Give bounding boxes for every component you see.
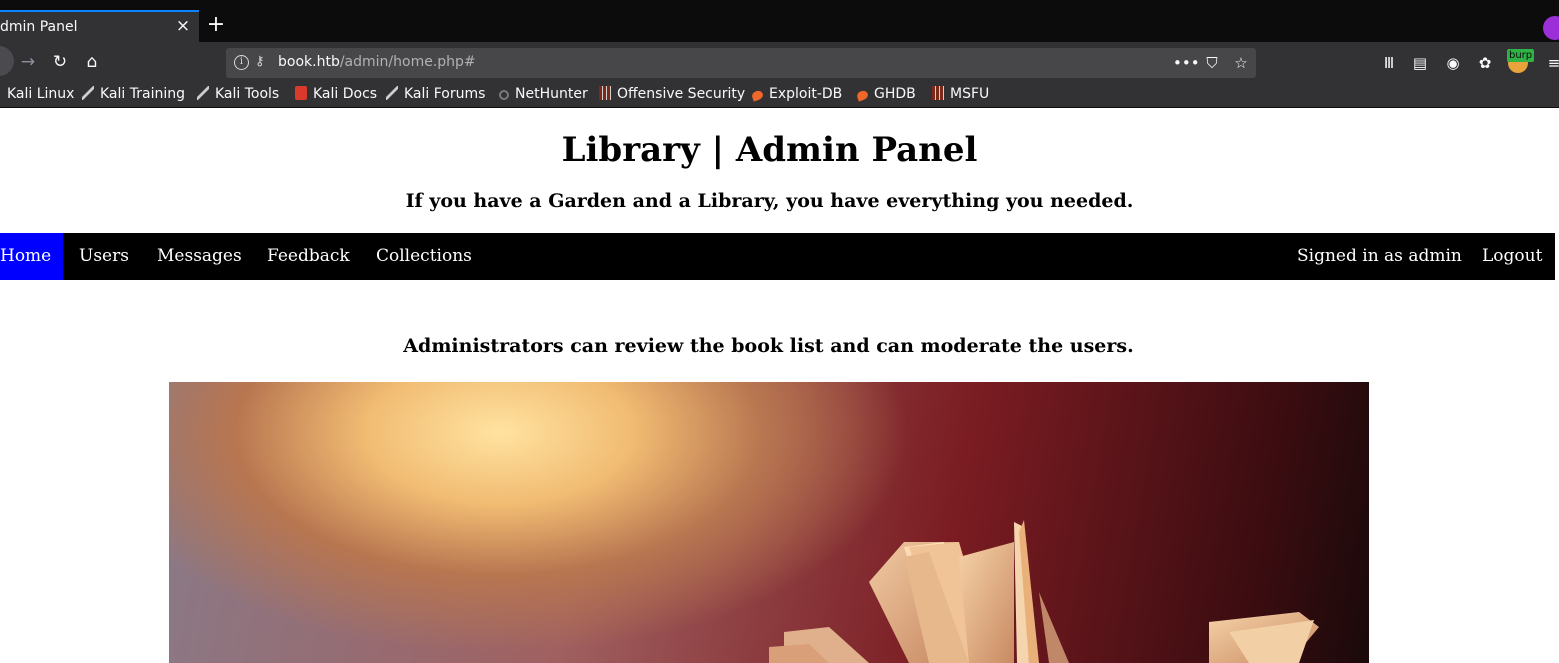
page-content: Library | Admin Panel If you have a Gard…	[0, 108, 1559, 663]
bookmark-label: NetHunter	[515, 86, 588, 102]
offsec-icon	[932, 86, 944, 100]
bookmark-label: Kali Tools	[215, 86, 280, 102]
site-info-icon[interactable]: i	[234, 55, 249, 70]
nav-logout[interactable]: Logout	[1482, 233, 1542, 280]
url-host: book.htb	[278, 54, 340, 70]
url-bar[interactable]: i ⚷ book.htb/admin/home.php# ••• ⛉ ☆	[226, 48, 1256, 78]
library-icon[interactable]: Ⅲ	[1378, 52, 1400, 74]
bookmark-label: Offensive Security	[617, 86, 746, 102]
open-book-illustration	[769, 520, 1319, 663]
bookmark-offensive-security[interactable]: Offensive Security	[599, 86, 745, 106]
nav-feedback[interactable]: Feedback	[267, 233, 350, 280]
nav-messages[interactable]: Messages	[157, 233, 242, 280]
nethunter-icon	[499, 90, 509, 100]
kali-dragon-icon	[386, 86, 398, 100]
bookmark-msfu[interactable]: MSFU	[932, 86, 989, 106]
exploitdb-icon	[750, 89, 765, 102]
bookmark-kali-docs[interactable]: Kali Docs	[295, 86, 377, 106]
pocket-icon[interactable]: ⛉	[1201, 52, 1223, 74]
bookmark-label: Kali Forums	[404, 86, 486, 102]
bookmark-ghdb[interactable]: GHDB	[855, 86, 916, 106]
kali-dragon-icon	[82, 86, 94, 100]
bookmark-kali-linux[interactable]: Kali Linux	[7, 86, 74, 106]
account-icon[interactable]: ◉	[1442, 52, 1464, 74]
forward-icon[interactable]: →	[16, 50, 40, 74]
home-icon[interactable]: ⌂	[80, 50, 104, 74]
url-text[interactable]: book.htb/admin/home.php#	[278, 54, 476, 70]
admin-note: Administrators can review the book list …	[403, 335, 1134, 357]
sidebar-icon[interactable]: ▤	[1409, 52, 1431, 74]
tab-title: dmin Panel	[0, 19, 78, 35]
bookmarks-toolbar: Kali Linux Kali Training Kali Tools Kali…	[0, 82, 1559, 108]
bookmark-star-icon[interactable]: ☆	[1230, 52, 1252, 74]
new-tab-button[interactable]: +	[205, 14, 227, 36]
site-navigation: Home Users Messages Feedback Collections…	[0, 233, 1555, 280]
back-button[interactable]	[0, 46, 14, 76]
bookmark-label: Kali Docs	[313, 86, 378, 102]
kali-dragon-icon	[197, 86, 209, 100]
burp-badge: burp	[1507, 49, 1535, 62]
page-actions-icon[interactable]: •••	[1173, 52, 1200, 74]
exploitdb-icon	[855, 89, 870, 102]
bookmark-kali-forums[interactable]: Kali Forums	[386, 86, 485, 106]
page-title: Library | Admin Panel	[561, 130, 978, 170]
library-hero-image	[169, 382, 1369, 663]
bookmark-label: GHDB	[874, 86, 916, 102]
bookmark-nethunter[interactable]: NetHunter	[499, 86, 588, 106]
reload-icon[interactable]: ↻	[48, 50, 72, 74]
url-path: /admin/home.php#	[339, 54, 476, 70]
bookmark-kali-training[interactable]: Kali Training	[82, 86, 185, 106]
bookmark-kali-tools[interactable]: Kali Tools	[197, 86, 279, 106]
bookmark-label: MSFU	[950, 86, 990, 102]
page-subtitle: If you have a Garden and a Library, you …	[405, 190, 1134, 212]
active-tab[interactable]: dmin Panel ×	[0, 10, 199, 42]
nav-users[interactable]: Users	[79, 233, 129, 280]
menu-icon[interactable]: ≡	[1543, 52, 1559, 74]
cookie-icon[interactable]: ✿	[1474, 52, 1496, 74]
nav-signed-in[interactable]: Signed in as admin	[1297, 233, 1462, 280]
offsec-icon	[599, 86, 611, 100]
bookmark-label: Exploit-DB	[769, 86, 843, 102]
nav-home[interactable]: Home	[0, 233, 63, 280]
kali-docs-icon	[295, 86, 307, 100]
key-icon[interactable]: ⚷	[255, 54, 265, 69]
bookmark-exploit-db[interactable]: Exploit-DB	[750, 86, 843, 106]
private-browsing-icon	[1543, 16, 1559, 40]
nav-collections[interactable]: Collections	[376, 233, 472, 280]
bookmark-label: Kali Training	[100, 86, 185, 102]
tab-strip: dmin Panel × +	[0, 0, 1559, 42]
bookmark-label: Kali Linux	[7, 86, 75, 102]
tab-close-icon[interactable]: ×	[175, 16, 191, 36]
